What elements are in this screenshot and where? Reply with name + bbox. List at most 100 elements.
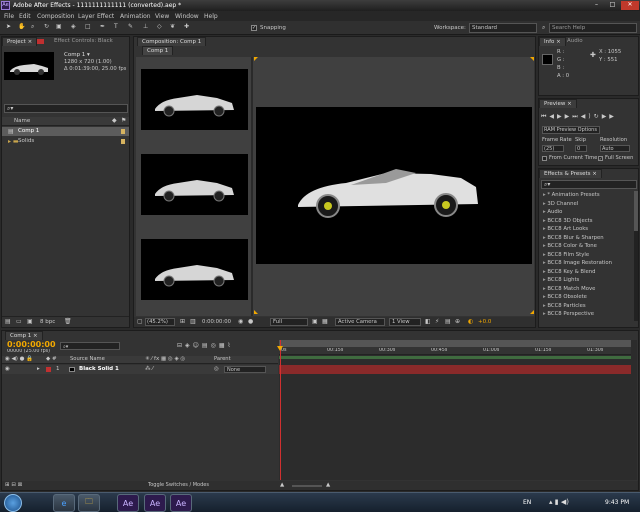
ram-preview-icon[interactable]: ▶▶ (602, 113, 617, 120)
clock[interactable]: 9:43 PM (605, 499, 629, 506)
shy-icon[interactable]: ☺ (193, 342, 202, 349)
toggle-pixel-aspect-icon[interactable]: ◧ (425, 319, 431, 325)
menu-layer[interactable]: Layer (78, 13, 95, 20)
effect-category[interactable]: BCC8 Obsolete (539, 293, 633, 302)
from-current-time-checkbox[interactable] (542, 156, 547, 161)
zoom-tool-icon[interactable]: ⌕ (31, 24, 34, 30)
playhead-handle-icon[interactable] (277, 346, 283, 351)
pen-tool-icon[interactable]: ✒ (100, 24, 105, 30)
loop-icon[interactable]: ↻ (594, 113, 602, 120)
zoom-out-icon[interactable]: ▲ (280, 482, 284, 488)
effect-category[interactable]: 3D Channel (539, 200, 633, 209)
tab-timeline-comp1[interactable]: Comp 1 × (5, 331, 43, 340)
reset-exposure-icon[interactable]: ◐ (468, 319, 473, 325)
skip-input[interactable]: 0 (575, 145, 587, 152)
pan-behind-tool-icon[interactable]: ◈ (71, 24, 76, 30)
menu-edit[interactable]: Edit (19, 13, 31, 20)
trash-icon[interactable]: 🗑 (64, 319, 72, 325)
menu-file[interactable]: File (4, 13, 14, 20)
play-icon[interactable]: ▶ (557, 113, 565, 120)
layer-row[interactable]: ◉ ▸ 1 Black Solid 1 ⁂ ⁄ ◎ None (2, 365, 278, 374)
text-tool-icon[interactable]: T (114, 24, 118, 30)
toggle-switches-modes-button[interactable]: Toggle Switches / Modes (148, 482, 209, 488)
maximize-button[interactable]: □ (605, 1, 620, 10)
start-button[interactable] (4, 494, 22, 512)
snapping-checkbox[interactable]: ✓ (251, 25, 257, 31)
region-of-interest-icon[interactable]: ▣ (312, 319, 318, 325)
tab-preview[interactable]: Preview × (539, 99, 577, 108)
layer-switches[interactable]: ⁂ ⁄ (145, 366, 153, 372)
time-ruler[interactable]: 0s 00:15s 00:30s 00:45s 01:00s 01:15s 01… (279, 347, 631, 355)
motion-blur-icon[interactable]: ◎ (211, 342, 219, 349)
playhead[interactable] (280, 340, 281, 480)
roto-brush-tool-icon[interactable]: ❦ (170, 24, 175, 30)
tab-info[interactable]: Info × (539, 37, 566, 46)
fast-preview-icon[interactable]: ⚡ (435, 319, 439, 325)
effect-category[interactable]: BCC8 Art Looks (539, 225, 633, 234)
menu-help[interactable]: Help (204, 13, 218, 20)
menu-animation[interactable]: Animation (120, 13, 151, 20)
close-button[interactable]: ✕ (621, 1, 639, 10)
parent-select[interactable]: None (224, 366, 266, 373)
tab-composition[interactable]: Composition: Comp 1 (137, 37, 207, 46)
effect-category[interactable]: BCC8 Film Style (539, 251, 633, 260)
effect-category[interactable]: BCC8 Match Move (539, 285, 633, 294)
menu-window[interactable]: Window (175, 13, 199, 20)
draft-3d-icon[interactable]: ◈ (185, 342, 193, 349)
rotate-tool-icon[interactable]: ↻ (44, 24, 49, 30)
menu-composition[interactable]: Composition (37, 13, 74, 20)
brainstorm-icon[interactable]: ▦ (219, 342, 228, 349)
timeline-search-input[interactable]: ⌕▾ (60, 342, 120, 350)
layer-label-color[interactable] (46, 367, 51, 372)
puppet-tool-icon[interactable]: ✚ (184, 24, 189, 30)
rectangle-tool-icon[interactable]: □ (85, 24, 91, 30)
language-indicator[interactable]: EN (523, 499, 531, 506)
project-search-input[interactable]: ⌕▾ (4, 104, 128, 113)
tray-icons[interactable]: ▴ ▮ ◀) (549, 498, 569, 506)
expand-arrow-icon[interactable]: ▸ (37, 366, 40, 372)
prev-frame-icon[interactable]: ◀ (549, 113, 557, 120)
eraser-tool-icon[interactable]: ◇ (157, 24, 162, 30)
ram-preview-options-select[interactable]: RAM Preview Options (542, 126, 600, 134)
effect-category[interactable]: BCC8 Image Restoration (539, 259, 633, 268)
effects-scrollbar[interactable] (634, 191, 638, 321)
taskbar-after-effects-icon[interactable]: Ae (170, 494, 192, 512)
current-time-display[interactable]: 0:00:00:00 (202, 319, 231, 325)
effect-category[interactable]: BCC8 Blur & Sharpen (539, 234, 633, 243)
audio-icon[interactable]: ◀) (581, 113, 594, 120)
effect-category[interactable]: BCC8 Perspective (539, 310, 633, 319)
bit-depth-button[interactable]: 8 bpc (40, 319, 55, 325)
timeline-icon[interactable]: ▤ (445, 319, 451, 325)
frame-rate-select[interactable]: (25) (542, 145, 564, 152)
menu-effect[interactable]: Effect (97, 13, 114, 20)
transparency-grid-icon[interactable]: ▦ (322, 319, 328, 325)
clone-stamp-tool-icon[interactable]: ⊥ (143, 24, 148, 30)
exposure-value[interactable]: +0.0 (478, 319, 491, 325)
zoom-in-icon[interactable]: ▲ (326, 482, 330, 488)
resolution-select[interactable]: Auto (600, 145, 630, 152)
hand-tool-icon[interactable]: ✋ (18, 24, 25, 30)
comp-mini-flowchart-icon[interactable]: ⊟ (177, 342, 185, 349)
resolution-select[interactable]: Full (270, 318, 308, 326)
effect-category[interactable]: BCC8 Lights (539, 276, 633, 285)
parent-pickwhip-icon[interactable]: ◎ (214, 366, 219, 372)
tab-effects-presets[interactable]: Effects & Presets × (539, 169, 602, 178)
color-channel-icon[interactable]: ● (248, 319, 253, 325)
flowchart-icon[interactable]: ⊕ (455, 319, 460, 325)
brush-tool-icon[interactable]: ✎ (128, 24, 133, 30)
project-item-comp1[interactable]: ▤ Comp 1 (2, 127, 129, 136)
new-folder-icon[interactable]: ▭ (16, 319, 22, 325)
eye-icon[interactable]: ◉ (5, 366, 10, 372)
tab-project[interactable]: Project × (2, 37, 38, 46)
effects-search-input[interactable]: ⌕▾ (541, 180, 637, 189)
effect-category[interactable]: BCC8 Color & Tone (539, 242, 633, 251)
layer-name[interactable]: Black Solid 1 (79, 366, 119, 372)
taskbar-explorer-icon[interactable]: 🗀 (78, 494, 100, 512)
effect-category[interactable]: Audio (539, 208, 633, 217)
parent-header[interactable]: Parent (214, 356, 231, 362)
camera-select[interactable]: Active Camera (335, 318, 385, 326)
graph-editor-icon[interactable]: ⌇ (228, 342, 234, 349)
work-area-bar[interactable] (279, 340, 631, 347)
always-preview-icon[interactable]: ▢ (137, 319, 143, 325)
selection-tool-icon[interactable]: ➤ (6, 24, 11, 30)
